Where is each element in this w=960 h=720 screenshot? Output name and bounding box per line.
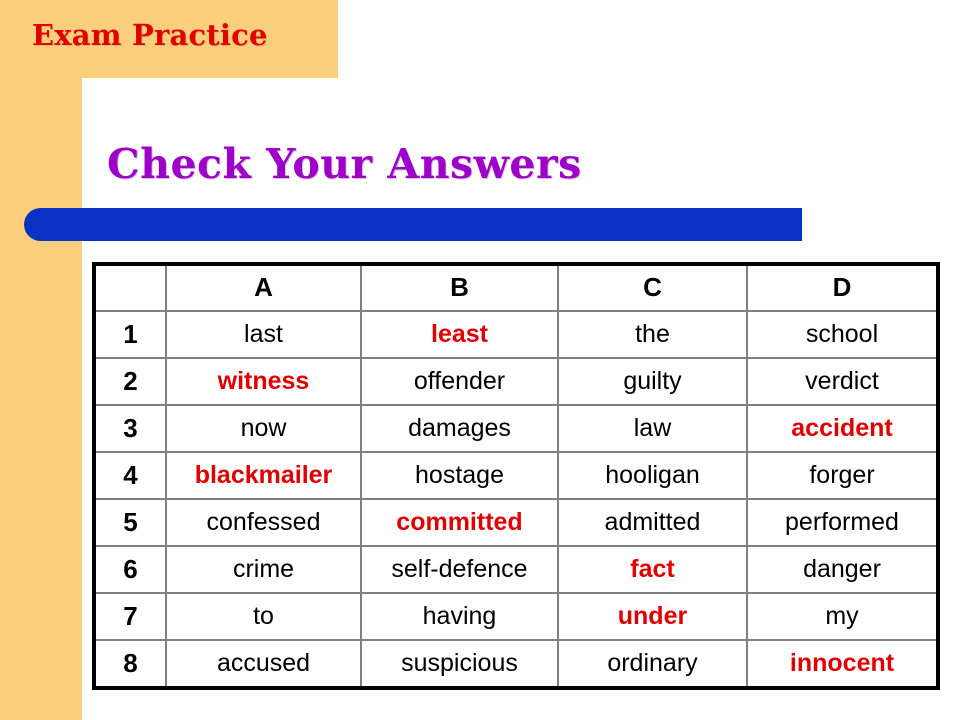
page-title: Check Your Answers	[107, 140, 582, 188]
row-number: 2	[93, 357, 167, 406]
answer-cell-a: last	[165, 310, 362, 359]
answer-cell-a: accused	[165, 639, 362, 689]
column-header-a: A	[165, 263, 362, 312]
table-row: 1 last least the school	[93, 310, 939, 359]
answer-cell-c: guilty	[557, 357, 748, 406]
answer-cell-b: hostage	[360, 451, 559, 500]
answer-cell-a: crime	[165, 545, 362, 594]
row-number: 5	[93, 498, 167, 547]
row-number: 4	[93, 451, 167, 500]
table-header-row: A B C D	[93, 263, 939, 312]
answer-cell-c: the	[557, 310, 748, 359]
answer-cell-b: least	[360, 310, 559, 359]
answer-cell-d: danger	[746, 545, 939, 594]
answer-cell-a: witness	[165, 357, 362, 406]
answer-cell-d: innocent	[746, 639, 939, 689]
table-row: 2 witness offender guilty verdict	[93, 357, 939, 406]
row-number: 1	[93, 310, 167, 359]
answer-cell-d: verdict	[746, 357, 939, 406]
divider-bar	[24, 208, 802, 241]
answer-cell-c: ordinary	[557, 639, 748, 689]
table-row: 8 accused suspicious ordinary innocent	[93, 639, 939, 689]
answer-cell-a: confessed	[165, 498, 362, 547]
answer-cell-c: admitted	[557, 498, 748, 547]
sidebar-accent-band	[0, 0, 82, 720]
table-corner-cell	[93, 263, 167, 312]
answer-cell-d: my	[746, 592, 939, 641]
column-header-b: B	[360, 263, 559, 312]
column-header-d: D	[746, 263, 939, 312]
answer-key-table: A B C D 1 last least the school 2 witness offen…	[92, 262, 940, 690]
answer-cell-b: self-defence	[360, 545, 559, 594]
answer-cell-c: under	[557, 592, 748, 641]
answer-cell-d: school	[746, 310, 939, 359]
table-row: 3 now damages law accident	[93, 404, 939, 453]
answer-cell-b: offender	[360, 357, 559, 406]
answer-cell-b: damages	[360, 404, 559, 453]
answer-cell-a: now	[165, 404, 362, 453]
row-number: 8	[93, 639, 167, 689]
answer-cell-b: committed	[360, 498, 559, 547]
row-number: 7	[93, 592, 167, 641]
row-number: 3	[93, 404, 167, 453]
answer-cell-c: law	[557, 404, 748, 453]
answer-table-container: A B C D 1 last least the school 2 witness offen…	[92, 262, 940, 690]
answer-cell-a: blackmailer	[165, 451, 362, 500]
answer-cell-d: performed	[746, 498, 939, 547]
answer-cell-b: having	[360, 592, 559, 641]
answer-cell-b: suspicious	[360, 639, 559, 689]
answer-cell-c: hooligan	[557, 451, 748, 500]
table-row: 5 confessed committed admitted performed	[93, 498, 939, 547]
table-row: 6 crime self-defence fact danger	[93, 545, 939, 594]
answer-cell-d: accident	[746, 404, 939, 453]
header-label: Exam Practice	[32, 18, 268, 52]
table-body: 1 last least the school 2 witness offender guilt…	[93, 310, 939, 689]
column-header-c: C	[557, 263, 748, 312]
table-row: 7 to having under my	[93, 592, 939, 641]
answer-cell-a: to	[165, 592, 362, 641]
answer-cell-d: forger	[746, 451, 939, 500]
table-row: 4 blackmailer hostage hooligan forger	[93, 451, 939, 500]
row-number: 6	[93, 545, 167, 594]
table-header: A B C D	[93, 263, 939, 312]
answer-cell-c: fact	[557, 545, 748, 594]
slide-canvas: Exam Practice Check Your Answers A B C D	[0, 0, 960, 720]
